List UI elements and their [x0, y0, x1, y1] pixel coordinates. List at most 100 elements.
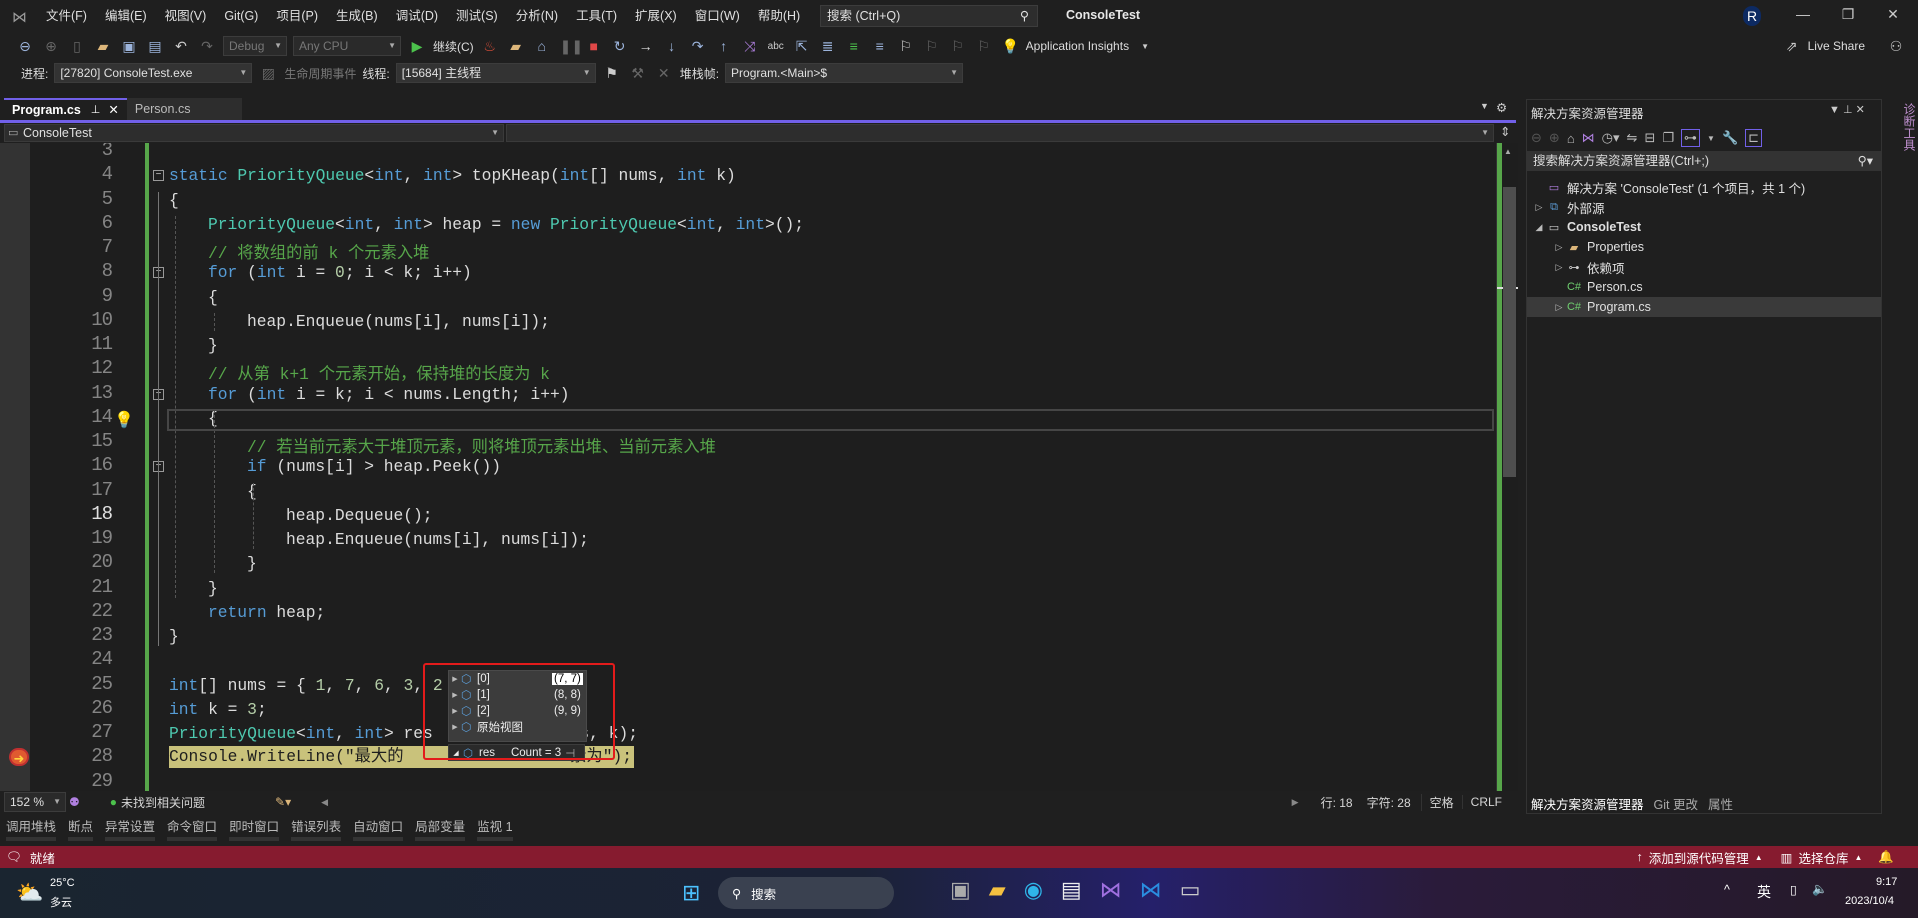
- expander-icon[interactable]: ◢: [1533, 222, 1545, 233]
- menu-item[interactable]: 窗口(W): [686, 0, 749, 32]
- pause-icon[interactable]: ❚❚: [560, 38, 583, 55]
- task-view-icon[interactable]: ▣: [950, 877, 971, 903]
- clock-date[interactable]: 2023/10/4: [1845, 895, 1894, 907]
- line-number-status[interactable]: 行: 18: [1321, 794, 1353, 811]
- tool-window-tab[interactable]: 调用堆栈: [6, 816, 57, 841]
- dropdown-arrow-icon[interactable]: ▼: [1707, 134, 1715, 143]
- quick-actions-lightbulb-icon[interactable]: 💡: [114, 410, 134, 430]
- avatar[interactable]: R: [1743, 6, 1761, 26]
- volume-icon[interactable]: 🔈: [1812, 882, 1828, 897]
- windows-start-icon[interactable]: ⊞: [682, 880, 700, 906]
- next-bookmark-icon[interactable]: ⚐: [950, 38, 966, 55]
- back-icon[interactable]: ⊖: [17, 38, 33, 55]
- select-repository-button[interactable]: 选择仓库: [1798, 848, 1848, 867]
- tree-item[interactable]: ▷ ⧉ 外部源: [1527, 197, 1881, 217]
- notification-output-icon[interactable]: 🗨: [6, 850, 22, 865]
- taskbar-search[interactable]: ⚲ 搜索: [718, 877, 894, 909]
- edge-icon[interactable]: ◉: [1024, 877, 1043, 903]
- tool-window-tab[interactable]: 即时窗口: [229, 816, 280, 841]
- menu-item[interactable]: 调试(D): [387, 0, 447, 32]
- open-file-icon[interactable]: ▰: [95, 38, 111, 55]
- menu-item[interactable]: Git(G): [215, 0, 267, 32]
- tray-overflow-icon[interactable]: ^: [1724, 883, 1730, 897]
- tree-item[interactable]: ▷ C# Program.cs: [1527, 297, 1881, 317]
- weather-cloud-icon[interactable]: ⛅: [16, 880, 43, 906]
- step-out-icon[interactable]: ↑: [716, 38, 732, 54]
- menu-item[interactable]: 生成(B): [327, 0, 387, 32]
- live-share-button[interactable]: Live Share: [1808, 39, 1865, 53]
- expander-icon[interactable]: ▷: [1553, 262, 1565, 273]
- vscode-icon[interactable]: ⋈: [1140, 877, 1162, 903]
- indent-mode-status[interactable]: 空格: [1420, 793, 1462, 811]
- prev-bookmark-icon[interactable]: ⚐: [924, 38, 940, 55]
- diagnostic-tools-side-tab[interactable]: 诊断工具: [1890, 99, 1918, 814]
- save-icon[interactable]: ▣: [121, 38, 137, 55]
- tab-list-dropdown-icon[interactable]: ▼: [1480, 101, 1489, 111]
- forward-icon[interactable]: ⊕: [1549, 130, 1560, 146]
- scrollbar-thumb[interactable]: [1503, 187, 1516, 477]
- maximize-button[interactable]: ❐: [1833, 6, 1863, 23]
- menu-item[interactable]: 扩展(X): [626, 0, 686, 32]
- continue-button[interactable]: 继续(C): [433, 38, 474, 55]
- settings-gear-icon[interactable]: ⚙: [1496, 100, 1507, 115]
- stop-icon[interactable]: ■: [586, 38, 602, 54]
- scroll-up-icon[interactable]: ▲: [1504, 147, 1512, 156]
- tool-window-tab[interactable]: 断点: [68, 816, 94, 841]
- clock-time[interactable]: 9:17: [1876, 876, 1897, 888]
- cleanup-brush-icon[interactable]: ✎▾: [275, 795, 291, 809]
- menu-item[interactable]: 项目(P): [267, 0, 327, 32]
- diagnostics-icon[interactable]: ⤨: [742, 38, 758, 55]
- spell-check-icon[interactable]: abc: [768, 41, 784, 52]
- pin-icon[interactable]: ⊥: [91, 100, 101, 120]
- preview-icon[interactable]: ⊏: [1745, 129, 1763, 147]
- tree-item[interactable]: ◢ ▭ ConsoleTest: [1527, 217, 1881, 237]
- solution-search-input[interactable]: 搜索解决方案资源管理器(Ctrl+;) ⚲▾: [1527, 151, 1881, 171]
- platform-dropdown[interactable]: Any CPU ▼: [293, 36, 401, 56]
- show-next-statement-icon[interactable]: →: [638, 38, 654, 54]
- continue-play-icon[interactable]: ▶: [409, 38, 425, 55]
- hot-reload-icon[interactable]: ♨: [482, 38, 498, 55]
- flag-icon[interactable]: ⚑: [604, 65, 620, 82]
- tab-person-cs[interactable]: Person.cs: [126, 98, 242, 120]
- tool-window-tab[interactable]: 异常设置: [105, 816, 156, 841]
- home-icon[interactable]: ⌂: [1567, 131, 1575, 146]
- pending-changes-filter-icon[interactable]: ◷▾: [1602, 130, 1620, 146]
- indent-icon[interactable]: ≣: [820, 38, 836, 55]
- menu-item[interactable]: 帮助(H): [749, 0, 809, 32]
- thread-dropdown[interactable]: [15684] 主线程 ▼: [395, 63, 596, 83]
- add-to-source-control-button[interactable]: 添加到源代码管理: [1649, 848, 1749, 867]
- code-editor[interactable]: 3 4 static PriorityQueue<int, int> topKHea…: [0, 143, 1496, 791]
- close-tab-icon[interactable]: ✕: [108, 100, 118, 120]
- hscroll-right-icon[interactable]: ▶: [1292, 797, 1299, 808]
- ime-indicator[interactable]: 英: [1757, 882, 1771, 902]
- menu-item[interactable]: 文件(F): [37, 0, 96, 32]
- store-icon[interactable]: ▤: [1061, 877, 1082, 903]
- close-button[interactable]: ✕: [1878, 6, 1908, 23]
- fold-collapse-icon[interactable]: −: [153, 170, 164, 182]
- breakpoint-margin[interactable]: [0, 143, 30, 791]
- hscroll-left-icon[interactable]: ◀: [321, 797, 328, 808]
- tree-item[interactable]: ▷ ⊶ 依赖项: [1527, 257, 1881, 277]
- back-icon[interactable]: ⊖: [1531, 130, 1542, 146]
- save-all-icon[interactable]: ▤: [147, 38, 163, 55]
- intellicode-icon[interactable]: ⚉: [69, 795, 80, 809]
- step-into-icon[interactable]: ↓: [664, 38, 680, 54]
- configuration-dropdown[interactable]: Debug ▼: [223, 36, 287, 56]
- line-ending-status[interactable]: CRLF: [1461, 795, 1510, 809]
- restart-icon[interactable]: ↻: [612, 38, 628, 55]
- clear-bookmarks-icon[interactable]: ⚐: [976, 38, 992, 55]
- search-input[interactable]: 搜索 (Ctrl+Q) ⚲: [820, 5, 1038, 27]
- tab-git-changes[interactable]: Git 更改: [1654, 794, 1698, 813]
- sync-icon[interactable]: ⇋: [1627, 130, 1638, 146]
- lifecycle-events-button[interactable]: 生命周期事件: [284, 65, 356, 82]
- tree-item[interactable]: ▭ 解决方案 'ConsoleTest' (1 个项目，共 1 个): [1527, 177, 1881, 197]
- tree-item[interactable]: ▷ ▰ Properties: [1527, 237, 1881, 257]
- menu-item[interactable]: 工具(T): [567, 0, 626, 32]
- menu-item[interactable]: 测试(S): [447, 0, 507, 32]
- menu-item[interactable]: 视图(V): [156, 0, 216, 32]
- application-insights-button[interactable]: Application Insights: [1026, 39, 1129, 53]
- terminal-icon[interactable]: ▭: [1180, 877, 1201, 903]
- layout-icon[interactable]: ⌂: [534, 38, 550, 54]
- split-icon[interactable]: ⇕: [1500, 124, 1510, 139]
- member-dropdown[interactable]: ▼: [506, 124, 1494, 142]
